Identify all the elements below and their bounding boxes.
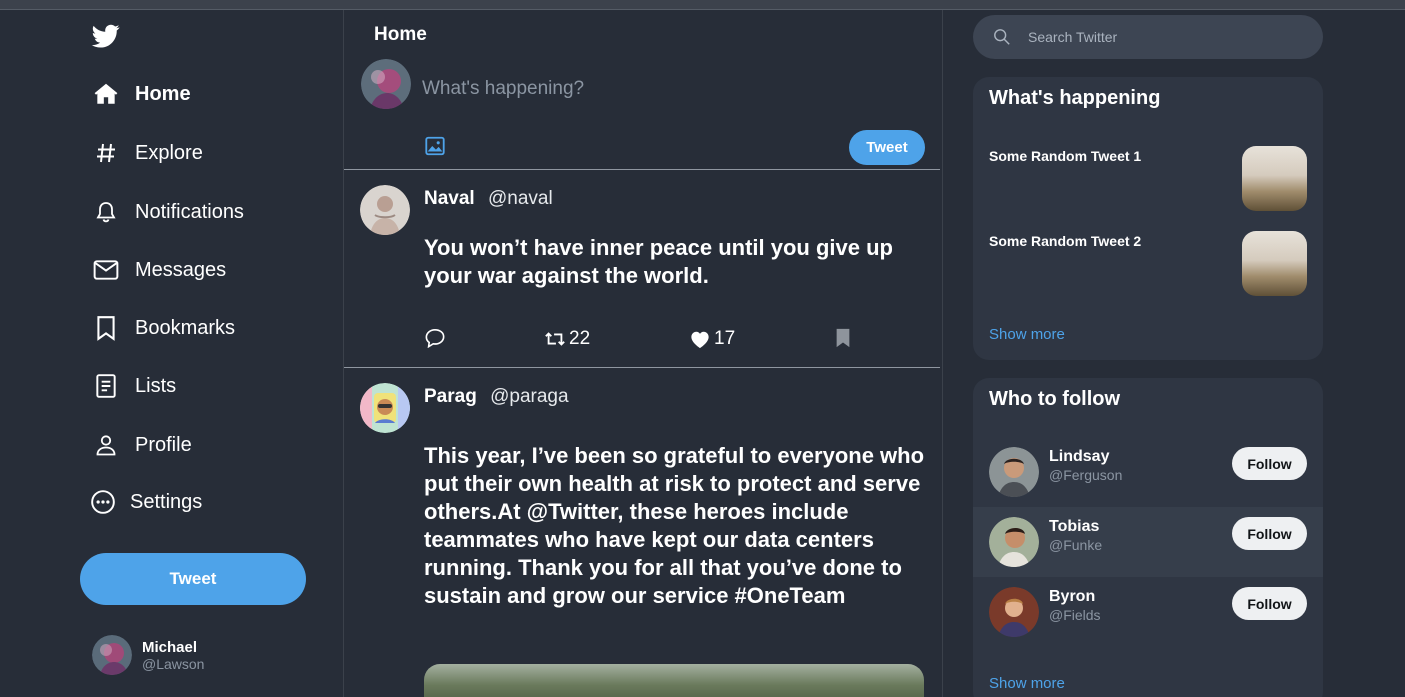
follow-name: Byron <box>1049 588 1096 605</box>
avatar <box>360 383 410 433</box>
bell-icon <box>91 197 121 227</box>
tweet[interactable]: Parag @paraga This year, I’ve been so gr… <box>344 368 940 697</box>
avatar <box>989 517 1039 567</box>
search-bar[interactable]: Search Twitter <box>973 15 1323 59</box>
show-more-link[interactable]: Show more <box>989 675 1065 692</box>
follow-handle: @Ferguson <box>1049 467 1123 483</box>
follow-name: Lindsay <box>1049 448 1110 465</box>
trend-thumbnail <box>1242 146 1307 211</box>
nav-settings-label: Settings <box>130 490 203 513</box>
account-handle: @Lawson <box>142 655 205 672</box>
list-icon <box>91 371 121 401</box>
bookmark-button[interactable] <box>834 328 852 348</box>
left-sidebar: Home Explore Notifications Messages Book… <box>0 10 343 697</box>
nav-home-label: Home <box>135 82 191 105</box>
account-switcher[interactable]: Michael @Lawson <box>92 635 204 675</box>
avatar <box>989 447 1039 497</box>
follow-handle: @Fields <box>1049 607 1101 623</box>
nav-notifications-label: Notifications <box>135 200 244 223</box>
trend-text: Some Random Tweet 1 <box>989 148 1142 164</box>
nav-home[interactable]: Home <box>91 74 191 114</box>
tweet-text: This year, I’ve been so grateful to ever… <box>424 443 925 608</box>
retweet-count: 22 <box>569 328 591 349</box>
nav-lists-label: Lists <box>135 374 177 397</box>
compose-avatar <box>361 59 411 109</box>
right-sidebar: Search Twitter What's happening Some Ran… <box>943 10 1405 697</box>
nav-profile-label: Profile <box>135 433 192 456</box>
follow-name: Tobias <box>1049 518 1100 535</box>
avatar <box>360 185 410 235</box>
envelope-icon <box>91 255 121 285</box>
follow-button[interactable]: Follow <box>1232 447 1307 480</box>
trend-item[interactable]: Some Random Tweet 1 <box>989 146 1307 211</box>
like-count: 17 <box>714 328 736 349</box>
follow-suggestion[interactable]: Lindsay @Ferguson Follow <box>973 437 1323 507</box>
twitter-bird-icon[interactable] <box>90 22 122 50</box>
follow-button[interactable]: Follow <box>1232 517 1307 550</box>
trend-text: Some Random Tweet 2 <box>989 233 1142 249</box>
tweet-author-name[interactable]: Naval <box>424 188 475 209</box>
trend-item[interactable]: Some Random Tweet 2 <box>989 231 1307 296</box>
nav-bookmarks[interactable]: Bookmarks <box>91 308 235 348</box>
hashtag-icon <box>91 138 121 168</box>
page-title: Home <box>374 24 427 45</box>
tweet-header: Naval @naval <box>424 188 553 210</box>
search-input[interactable]: Search Twitter <box>1028 29 1117 45</box>
retweet-button[interactable]: 22 <box>544 328 590 350</box>
trend-thumbnail <box>1242 231 1307 296</box>
tweet-image[interactable] <box>424 664 924 697</box>
nav-explore-label: Explore <box>135 141 203 164</box>
whats-happening-card: What's happening Some Random Tweet 1 Som… <box>973 77 1323 360</box>
tweet-text: You won’t have inner peace until you giv… <box>424 235 893 288</box>
follow-button[interactable]: Follow <box>1232 587 1307 620</box>
bookmark-icon <box>91 313 121 343</box>
card-title: Who to follow <box>989 388 1121 410</box>
search-icon <box>994 29 1010 45</box>
follow-handle: @Funke <box>1049 537 1103 553</box>
card-title: What's happening <box>989 87 1161 109</box>
nav-messages-label: Messages <box>135 258 227 281</box>
nav-messages[interactable]: Messages <box>91 250 226 290</box>
nav-profile[interactable]: Profile <box>91 425 192 465</box>
person-icon <box>91 430 121 460</box>
who-to-follow-card: Who to follow Lindsay @Ferguson Follow T… <box>973 378 1323 697</box>
tweet-author-handle[interactable]: @paraga <box>490 386 568 407</box>
compose-tweet-button[interactable]: Tweet <box>849 130 925 165</box>
nav-settings[interactable]: Settings <box>88 482 202 522</box>
bookmark-filled-icon <box>836 328 850 348</box>
image-icon[interactable] <box>424 135 446 157</box>
heart-icon <box>691 331 709 349</box>
compose-input[interactable]: What's happening? <box>422 78 584 100</box>
tweet[interactable]: Naval @naval You won’t have inner peace … <box>344 170 940 367</box>
home-icon <box>91 79 121 109</box>
tweet-author-name[interactable]: Parag <box>424 386 477 407</box>
nav-explore[interactable]: Explore <box>91 133 203 173</box>
browser-top-bar <box>0 0 1405 10</box>
more-icon <box>88 487 118 517</box>
like-button[interactable]: 17 <box>689 328 735 350</box>
account-name: Michael <box>142 638 198 656</box>
nav-lists[interactable]: Lists <box>91 366 176 406</box>
avatar <box>989 587 1039 637</box>
follow-suggestion[interactable]: Byron @Fields Follow <box>973 577 1323 647</box>
tweet-header: Parag @paraga <box>424 386 569 408</box>
avatar <box>92 635 132 675</box>
nav-bookmarks-label: Bookmarks <box>135 316 236 339</box>
nav-notifications[interactable]: Notifications <box>91 192 244 232</box>
follow-suggestion[interactable]: Tobias @Funke Follow <box>973 507 1323 577</box>
retweet-icon <box>545 332 565 346</box>
show-more-link[interactable]: Show more <box>989 326 1065 343</box>
home-feed: Home What's happening? Tweet Naval @nava… <box>343 10 943 697</box>
reply-icon <box>425 328 445 348</box>
reply-button[interactable] <box>424 328 446 348</box>
tweet-author-handle[interactable]: @naval <box>488 188 553 209</box>
sidebar-tweet-button[interactable]: Tweet <box>80 553 306 605</box>
